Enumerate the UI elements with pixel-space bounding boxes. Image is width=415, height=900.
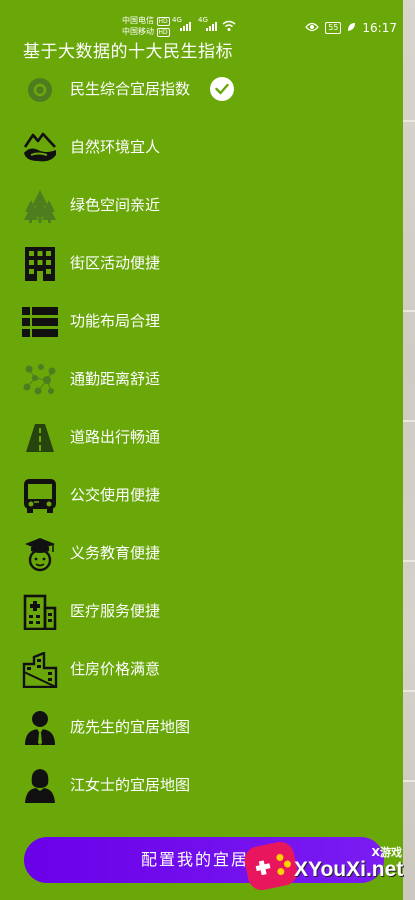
menu-item-commute[interactable]: 通勤距离舒适 bbox=[0, 350, 403, 408]
menu-item-green-space[interactable]: 绿色空间亲近 bbox=[0, 176, 403, 234]
menu-item-label: 通勤距离舒适 bbox=[70, 370, 161, 388]
menu-item-natural-environment[interactable]: 自然环境宜人 bbox=[0, 118, 403, 176]
menu-item-label: 街区活动便捷 bbox=[70, 254, 161, 272]
menu-item-road-traffic[interactable]: 道路出行畅通 bbox=[0, 408, 403, 466]
menu-item-label: 民生综合宜居指数 bbox=[70, 80, 191, 98]
battery-icon: 55 bbox=[325, 22, 342, 34]
status-time: 16:17 bbox=[362, 21, 397, 35]
menu-item-medical[interactable]: 医疗服务便捷 bbox=[0, 582, 403, 640]
woman-avatar-icon bbox=[22, 768, 58, 804]
menu-item-functional-layout[interactable]: 功能布局合理 bbox=[0, 292, 403, 350]
menu-item-public-transit[interactable]: 公交使用便捷 bbox=[0, 466, 403, 524]
menu-item-label: 住房价格满意 bbox=[70, 660, 161, 678]
menu-item-label: 庞先生的宜居地图 bbox=[70, 718, 191, 736]
list-layout-icon bbox=[22, 304, 58, 340]
hospital-icon bbox=[22, 594, 58, 630]
eye-icon bbox=[305, 21, 320, 35]
menu-item-label: 功能布局合理 bbox=[70, 312, 161, 330]
menu-item-label: 医疗服务便捷 bbox=[70, 602, 161, 620]
wifi-icon bbox=[222, 20, 236, 35]
watermark-logo: X游戏 XYouXi.net bbox=[241, 839, 412, 900]
hd-badge-2: HD bbox=[156, 28, 170, 37]
carrier-info: 中国电信 HD 中国移动 HD bbox=[122, 16, 170, 38]
menu-item-label: 江女士的宜居地图 bbox=[70, 776, 191, 794]
navigation-drawer: 中国电信 HD 中国移动 HD 4G 4G 55 16:17 基于大数据的十大民… bbox=[0, 0, 403, 900]
menu-item-label: 道路出行畅通 bbox=[70, 428, 161, 446]
menu-item-ms-jiang-map[interactable]: 江女士的宜居地图 bbox=[0, 756, 403, 814]
status-bar: 中国电信 HD 中国移动 HD 4G 4G 55 16:17 bbox=[0, 0, 403, 40]
graduate-icon bbox=[22, 536, 58, 572]
housing-icon bbox=[22, 652, 58, 688]
signal-1-icon bbox=[180, 22, 191, 31]
menu-item-livability-index[interactable]: 民生综合宜居指数 bbox=[0, 60, 403, 118]
building-icon bbox=[22, 246, 58, 282]
battery-level: 55 bbox=[328, 23, 339, 32]
leaf-icon bbox=[347, 21, 356, 35]
network-dots-icon bbox=[22, 362, 58, 398]
signal-2-icon bbox=[206, 22, 217, 31]
watermark-text: XYouXi.net bbox=[294, 858, 404, 881]
menu-item-education[interactable]: 义务教育便捷 bbox=[0, 524, 403, 582]
drawer-title: 基于大数据的十大民生指标 bbox=[23, 42, 233, 62]
bus-icon bbox=[22, 478, 58, 514]
carrier-2: 中国移动 bbox=[122, 27, 154, 36]
selected-check-icon bbox=[210, 77, 234, 101]
menu-item-housing-price[interactable]: 住房价格满意 bbox=[0, 640, 403, 698]
road-icon bbox=[22, 420, 58, 456]
forest-icon bbox=[22, 188, 58, 224]
carrier-1: 中国电信 bbox=[122, 16, 154, 25]
menu-item-label: 绿色空间亲近 bbox=[70, 196, 161, 214]
mountain-lake-icon bbox=[22, 130, 58, 166]
menu-item-street-activity[interactable]: 街区活动便捷 bbox=[0, 234, 403, 292]
menu-item-label: 自然环境宜人 bbox=[70, 138, 161, 156]
menu-item-label: 公交使用便捷 bbox=[70, 486, 161, 504]
index-circle-icon bbox=[22, 72, 58, 108]
menu-item-mr-pang-map[interactable]: 庞先生的宜居地图 bbox=[0, 698, 403, 756]
map-background bbox=[403, 0, 415, 900]
hd-badge-1: HD bbox=[156, 17, 170, 26]
man-avatar-icon bbox=[22, 710, 58, 746]
gamepad-icon bbox=[241, 839, 301, 893]
menu-item-label: 义务教育便捷 bbox=[70, 544, 161, 562]
